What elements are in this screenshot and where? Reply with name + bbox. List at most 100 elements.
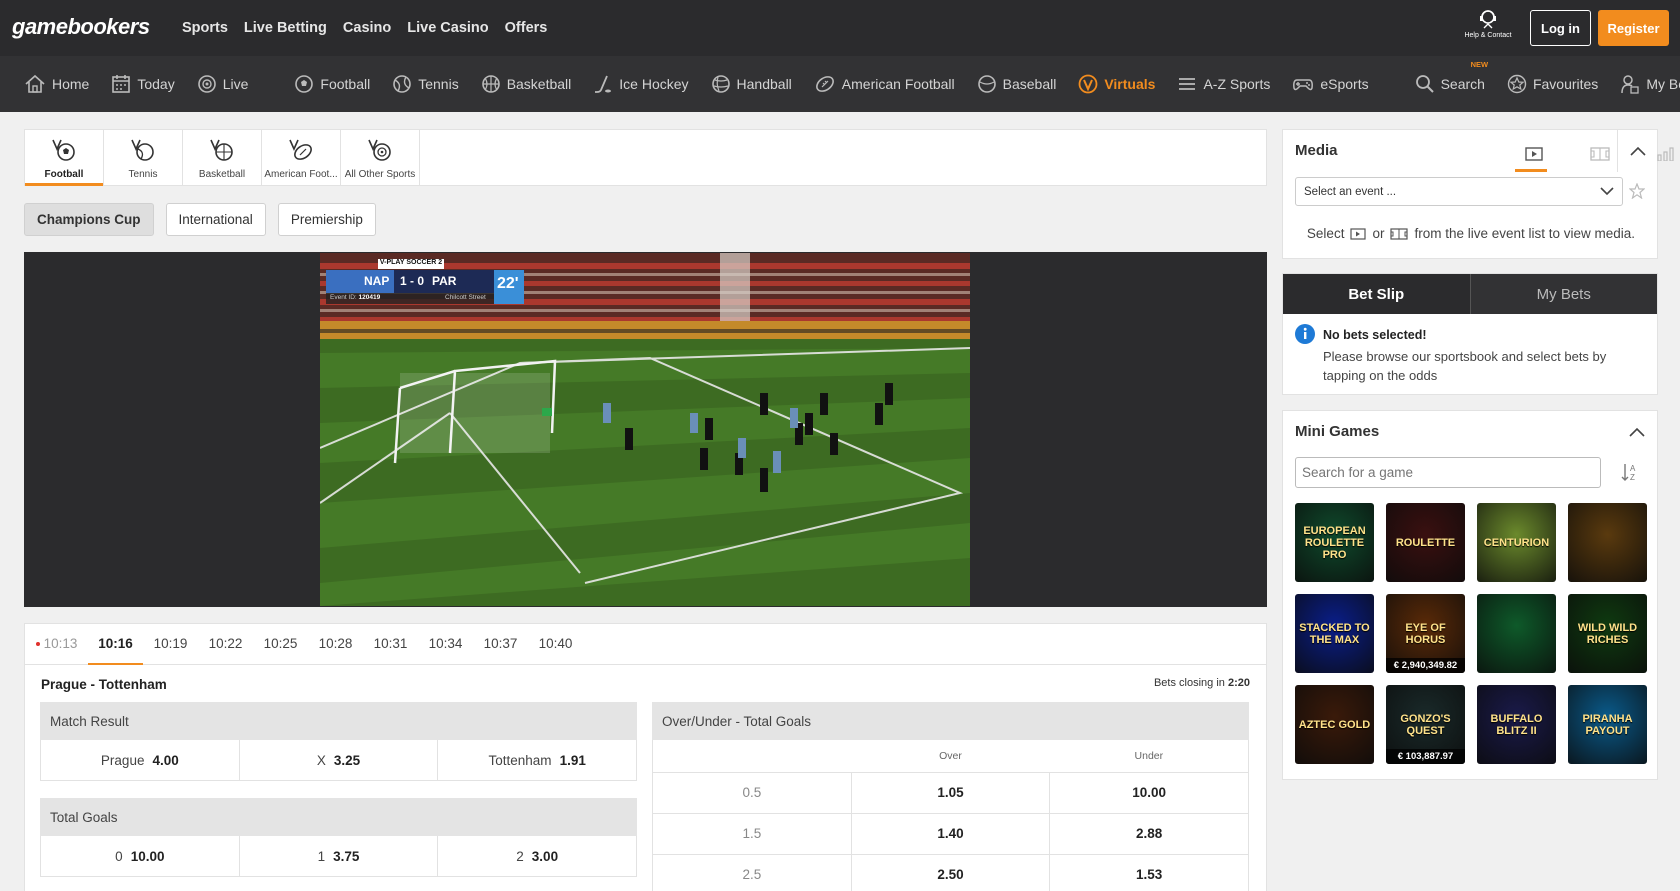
time-tab-selected[interactable]: 10:16 bbox=[88, 623, 143, 666]
game-tile[interactable]: CENTURION bbox=[1477, 503, 1556, 582]
event-id: Event ID: 120419 bbox=[330, 294, 381, 301]
search-icon bbox=[1415, 75, 1434, 93]
nav-search[interactable]: Search NEW bbox=[1415, 60, 1488, 94]
nav-home[interactable]: Home bbox=[24, 74, 89, 94]
odds-button-over[interactable]: 2.50 bbox=[852, 855, 1051, 891]
league-international[interactable]: International bbox=[165, 203, 266, 236]
over-label: Over bbox=[939, 750, 962, 762]
media-tab-video[interactable] bbox=[1501, 136, 1567, 172]
odds-button[interactable]: 0 10.00 bbox=[41, 836, 240, 876]
odds-button-under[interactable]: 1.53 bbox=[1050, 855, 1248, 891]
nav-esports[interactable]: eSports bbox=[1292, 74, 1369, 94]
game-search-input[interactable] bbox=[1295, 457, 1601, 488]
odds-button[interactable]: X 3.25 bbox=[240, 740, 439, 780]
topnav-sports[interactable]: Sports bbox=[182, 20, 228, 36]
menu-icon bbox=[1179, 78, 1196, 90]
star-icon bbox=[1507, 74, 1527, 94]
nav-favourites[interactable]: Favourites bbox=[1507, 74, 1598, 94]
virtual-target-icon bbox=[368, 139, 391, 161]
league-champions-cup[interactable]: Champions Cup bbox=[24, 203, 154, 236]
time-tab[interactable]: 10:37 bbox=[473, 623, 528, 665]
vtab-football[interactable]: Football bbox=[25, 130, 104, 186]
topnav-live-casino[interactable]: Live Casino bbox=[407, 20, 488, 36]
sort-icon[interactable]: AZ bbox=[1621, 462, 1639, 482]
tab-my-bets[interactable]: My Bets bbox=[1471, 274, 1658, 314]
time-tab[interactable]: 10:31 bbox=[363, 623, 418, 665]
topnav-live-betting[interactable]: Live Betting bbox=[244, 20, 327, 36]
game-tile[interactable]: BUFFALO BLITZ II bbox=[1477, 685, 1556, 764]
odds-button-over[interactable]: 1.40 bbox=[852, 814, 1051, 854]
game-tile[interactable]: EUROPEAN ROULETTE PRO bbox=[1295, 503, 1374, 582]
game-tile[interactable]: STACKED TO THE MAX bbox=[1295, 594, 1374, 673]
odds-button[interactable]: Tottenham 1.91 bbox=[438, 740, 636, 780]
mini-games-collapse-button[interactable] bbox=[1617, 411, 1657, 453]
game-tile[interactable]: PIRANHA PAYOUT bbox=[1568, 685, 1647, 764]
game-tile[interactable]: EYE OF HORUS € 2,940,349.82 bbox=[1386, 594, 1465, 673]
game-jackpot: € 103,887.97 bbox=[1386, 749, 1465, 764]
nav-today[interactable]: Today bbox=[111, 74, 175, 94]
video-icon bbox=[1525, 147, 1543, 161]
star-icon[interactable] bbox=[1629, 183, 1645, 199]
game-tile[interactable] bbox=[1477, 594, 1556, 673]
mini-games-panel: Mini Games AZ EUROPEAN ROULETTE PRO ROULE… bbox=[1282, 410, 1658, 780]
vtab-american-football[interactable]: American Foot... bbox=[262, 130, 341, 185]
nav-live[interactable]: Live bbox=[197, 74, 248, 94]
nav-baseball[interactable]: Baseball bbox=[977, 74, 1056, 94]
league-selector: Champions Cup International Premiership bbox=[24, 203, 376, 236]
event-time-tabs: 10:13 10:16 10:19 10:22 10:25 10:28 10:3… bbox=[24, 623, 1267, 666]
sports-nav: Home Today Live Football Tennis Basketba… bbox=[0, 56, 1680, 112]
game-tile[interactable] bbox=[1568, 503, 1647, 582]
game-title: GONZO'S QUEST bbox=[1400, 712, 1451, 737]
market-title: Over/Under - Total Goals bbox=[652, 702, 1249, 740]
time-tab[interactable]: 10:19 bbox=[143, 623, 198, 665]
odds-button-under[interactable]: 10.00 bbox=[1050, 773, 1248, 813]
register-button[interactable]: Register bbox=[1598, 10, 1669, 46]
topnav-offers[interactable]: Offers bbox=[505, 20, 548, 36]
tab-bet-slip[interactable]: Bet Slip bbox=[1283, 274, 1471, 314]
odds-button[interactable]: 1 3.75 bbox=[240, 836, 439, 876]
game-tile[interactable]: GONZO'S QUEST € 103,887.97 bbox=[1386, 685, 1465, 764]
time-tab[interactable]: 10:40 bbox=[528, 623, 583, 665]
help-contact-button[interactable]: Help & Contact bbox=[1458, 8, 1518, 39]
bets-closing: Bets closing in 2:20 bbox=[1153, 677, 1250, 689]
time-tab[interactable]: 10:22 bbox=[198, 623, 253, 665]
time-tab[interactable]: 10:34 bbox=[418, 623, 473, 665]
nav-az-sports[interactable]: A-Z Sports bbox=[1177, 74, 1270, 94]
video-player[interactable]: V-PLAY SOCCER 2 NAP 1 - 0 PAR 22' Event … bbox=[24, 252, 1267, 607]
live-icon bbox=[197, 75, 216, 93]
time-tab[interactable]: 10:13 bbox=[33, 623, 88, 665]
nav-virtuals[interactable]: Virtuals bbox=[1078, 74, 1155, 94]
ou-row: 1.5 1.40 2.88 bbox=[652, 813, 1249, 854]
odds-button-under[interactable]: 2.88 bbox=[1050, 814, 1248, 854]
nav-football[interactable]: Football bbox=[294, 74, 370, 94]
time-tab[interactable]: 10:28 bbox=[308, 623, 363, 665]
odds-button[interactable]: Prague 4.00 bbox=[41, 740, 240, 780]
game-title: STACKED TO THE MAX bbox=[1299, 621, 1370, 646]
away-team: PAR bbox=[432, 274, 457, 288]
topnav-casino[interactable]: Casino bbox=[343, 20, 391, 36]
odds-button[interactable]: 2 3.00 bbox=[438, 836, 636, 876]
nav-ice-hockey[interactable]: Ice Hockey bbox=[593, 74, 689, 94]
vtab-tennis[interactable]: Tennis bbox=[104, 130, 183, 185]
game-tile[interactable]: WILD WILD RICHES bbox=[1568, 594, 1647, 673]
media-collapse-button[interactable] bbox=[1617, 130, 1657, 172]
login-button[interactable]: Log in bbox=[1530, 10, 1591, 46]
nav-handball[interactable]: Handball bbox=[711, 74, 792, 94]
nav-my-bets[interactable]: My Bets bbox=[1620, 74, 1680, 94]
vtab-basketball[interactable]: Basketball bbox=[183, 130, 262, 185]
nav-basketball[interactable]: Basketball bbox=[481, 74, 571, 94]
game-tile[interactable]: ROULETTE bbox=[1386, 503, 1465, 582]
time-tab[interactable]: 10:25 bbox=[253, 623, 308, 665]
ou-line: 2.5 bbox=[653, 855, 852, 891]
league-premiership[interactable]: Premiership bbox=[277, 203, 376, 236]
event-select[interactable]: Select an event ... bbox=[1295, 177, 1623, 206]
vtab-all-other-sports[interactable]: All Other Sports bbox=[341, 130, 420, 185]
logo[interactable]: gamebookers bbox=[12, 14, 150, 40]
nav-tennis[interactable]: Tennis bbox=[392, 74, 459, 94]
game-title: ROULETTE bbox=[1395, 536, 1456, 549]
nav-american-football[interactable]: American Football bbox=[814, 74, 955, 94]
game-tile[interactable]: AZTEC GOLD bbox=[1295, 685, 1374, 764]
virtual-tennis-icon bbox=[131, 139, 154, 161]
odds-button-over[interactable]: 1.05 bbox=[852, 773, 1051, 813]
top-header: gamebookers Sports Live Betting Casino L… bbox=[0, 0, 1680, 56]
